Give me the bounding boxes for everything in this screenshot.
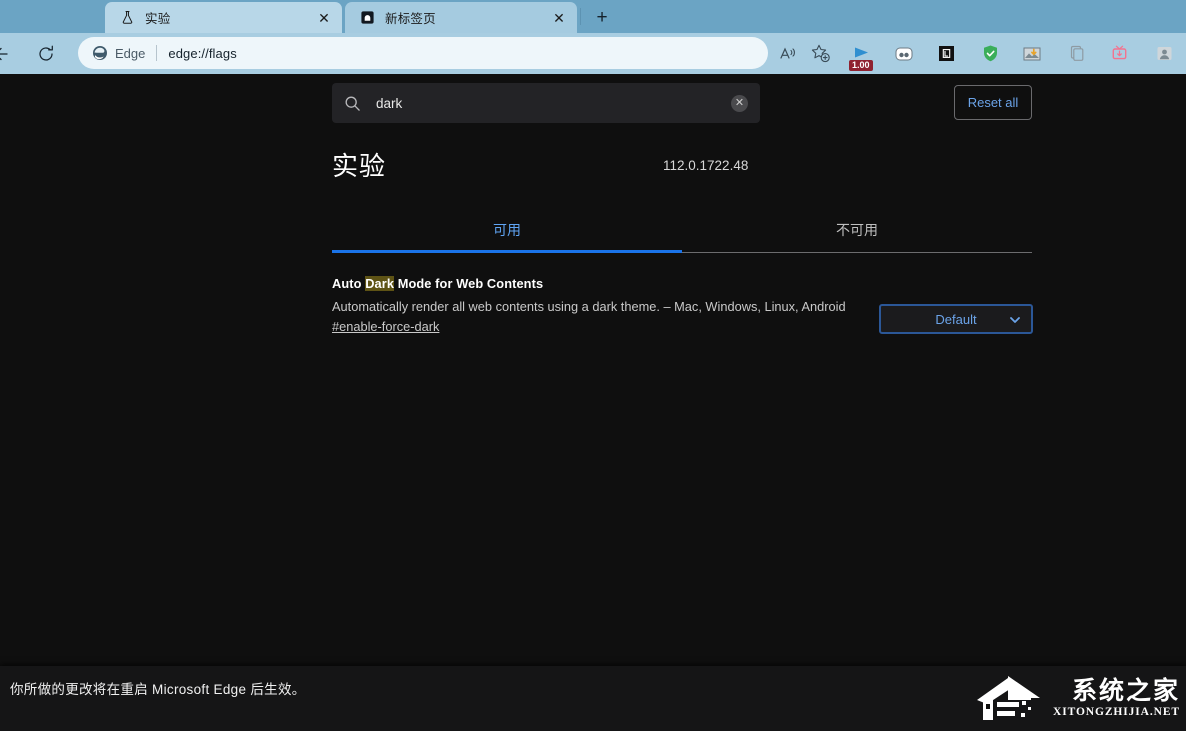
extension-badge: 1.00 [849, 60, 873, 71]
newtab-icon [359, 9, 376, 26]
flag-title-prefix: Auto [332, 276, 365, 291]
watermark-english: XITONGZHIJIA.NET [1053, 706, 1180, 718]
tab-close-button[interactable]: ✕ [314, 8, 334, 28]
tab-partial[interactable]: ▯ [0, 0, 110, 33]
flags-page: ✕ Reset all 实验 112.0.1722.48 可用 不可用 Auto… [0, 74, 1186, 731]
restart-bar: 你所做的更改将在重启 Microsoft Edge 后生效。 系统之家 XITO… [0, 666, 1186, 731]
watermark: 系统之家 XITONGZHIJIA.NET [969, 670, 1180, 726]
profile-avatar-icon[interactable] [1148, 37, 1180, 71]
edge-logo-icon [92, 45, 108, 61]
chevron-down-icon [1008, 313, 1022, 332]
shield-check-extension-icon[interactable] [974, 37, 1006, 71]
flag-entry: Auto Dark Mode for Web Contents Automati… [332, 276, 1032, 336]
copy-pages-extension-icon[interactable] [1060, 37, 1092, 71]
add-favorite-icon[interactable] [804, 37, 836, 71]
tab-newtab[interactable]: 新标签页 ✕ [345, 2, 577, 33]
watermark-texts: 系统之家 XITONGZHIJIA.NET [1053, 678, 1180, 718]
clear-search-icon[interactable]: ✕ [731, 95, 748, 112]
flag-title-highlight: Dark [365, 276, 394, 291]
flag-select[interactable]: Default [879, 304, 1033, 334]
flag-description: Automatically render all web contents us… [332, 296, 877, 317]
reset-all-button[interactable]: Reset all [954, 85, 1032, 120]
address-bar[interactable]: Edge edge://flags [78, 37, 768, 69]
flag-title-suffix: Mode for Web Contents [394, 276, 543, 291]
tab-available[interactable]: 可用 [332, 208, 682, 252]
tab-title: 新标签页 [385, 8, 549, 27]
back-button[interactable] [0, 38, 18, 70]
tab-active-underline [332, 250, 682, 253]
version-label: 112.0.1722.48 [663, 158, 748, 173]
browser-toolbar: Edge edge://flags [0, 33, 1186, 74]
toolbar-right-group: 1.00 [772, 33, 1186, 74]
new-tab-button[interactable]: + [589, 4, 615, 30]
tab-close-button[interactable]: ✕ [549, 8, 569, 28]
reload-button[interactable] [30, 38, 62, 70]
letter-l-extension-icon[interactable] [930, 37, 962, 71]
search-box[interactable]: ✕ [332, 83, 760, 123]
address-bar-url: edge://flags [168, 46, 236, 61]
flag-select-value: Default [935, 312, 976, 327]
omnibox-divider [156, 45, 157, 61]
flag-title: Auto Dark Mode for Web Contents [332, 276, 1032, 291]
flag-internal-name-link[interactable]: #enable-force-dark [332, 319, 439, 334]
tabstrip-divider [580, 8, 581, 25]
tab-flags[interactable]: 实验 ✕ [105, 2, 342, 33]
face-extension-icon[interactable] [888, 37, 920, 71]
page-title: 实验 [332, 146, 386, 183]
edge-brand: Edge [92, 45, 145, 61]
flags-tabs: 可用 不可用 [332, 208, 1032, 253]
flag-extension-icon[interactable]: 1.00 [846, 37, 878, 71]
tv-download-extension-icon[interactable] [1103, 37, 1135, 71]
browser-window: ▯ 实验 ✕ 新标签页 ✕ + [0, 0, 1186, 731]
read-aloud-icon[interactable] [772, 37, 804, 71]
watermark-chinese: 系统之家 [1072, 678, 1180, 703]
edge-brand-label: Edge [115, 46, 145, 61]
tab-unavailable[interactable]: 不可用 [682, 208, 1032, 252]
watermark-house-icon [969, 670, 1047, 726]
search-icon [344, 94, 362, 112]
restart-notice: 你所做的更改将在重启 Microsoft Edge 后生效。 [10, 678, 306, 698]
tab-strip: ▯ 实验 ✕ 新标签页 ✕ + [0, 0, 1186, 33]
flags-header: 实验 112.0.1722.48 [332, 146, 1032, 192]
image-download-extension-icon[interactable] [1016, 37, 1048, 71]
tab-title: 实验 [145, 8, 314, 27]
flask-icon [119, 9, 136, 26]
search-input[interactable] [376, 96, 731, 111]
flags-search-row: ✕ Reset all [332, 83, 1032, 123]
